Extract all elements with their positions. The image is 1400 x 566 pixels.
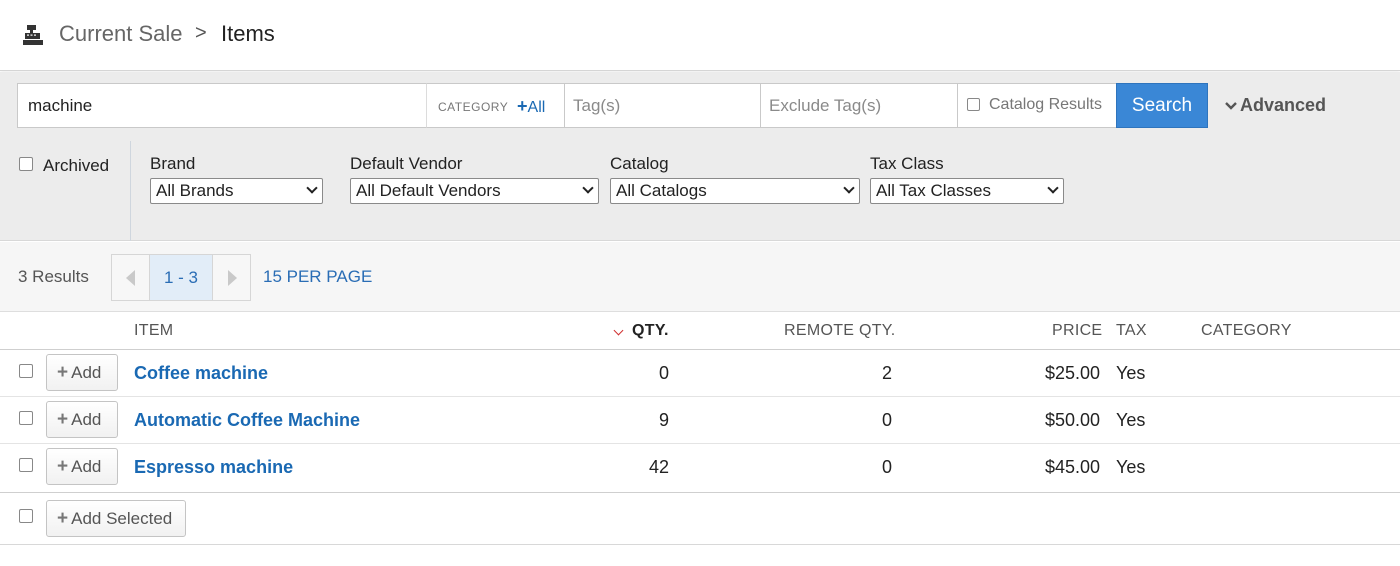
column-qty[interactable]: QTY. [632, 322, 669, 340]
table-row: + Add Espresso machine 42 0 $45.00 Yes [0, 444, 1400, 491]
item-tax: Yes [1116, 410, 1146, 430]
filter-divider [130, 141, 131, 241]
archived-checkbox[interactable] [19, 157, 33, 171]
item-link[interactable]: Automatic Coffee Machine [134, 410, 360, 431]
row-checkbox[interactable] [19, 458, 33, 472]
previous-page-button[interactable] [112, 255, 150, 300]
add-item-button[interactable]: + Add [46, 448, 118, 485]
plus-icon: + [57, 362, 69, 383]
item-tax: Yes [1116, 363, 1146, 383]
item-link[interactable]: Espresso machine [134, 457, 293, 478]
add-selected-button[interactable]: + Add Selected [46, 500, 186, 537]
breadcrumb-separator-icon: > [195, 22, 207, 44]
add-label: Add [71, 363, 102, 382]
row-checkbox[interactable] [19, 364, 33, 378]
chevron-down-icon [582, 182, 594, 194]
chevron-down-icon [843, 182, 855, 194]
add-label: Add [71, 457, 102, 476]
page-header: Current Sale > Items [0, 0, 1400, 71]
select-all-checkbox[interactable] [19, 509, 33, 523]
triangle-right-icon [228, 270, 237, 286]
item-price: $50.00 [1044, 410, 1100, 430]
item-remote-qty: 0 [881, 457, 892, 477]
item-remote-qty: 2 [881, 363, 892, 383]
exclude-tags-input[interactable] [760, 83, 958, 128]
catalog-results-checkbox[interactable] [967, 98, 980, 111]
catalog-label: Catalog [610, 154, 669, 173]
default-vendor-label: Default Vendor [350, 154, 463, 173]
add-item-button[interactable]: + Add [46, 401, 118, 438]
plus-icon: + [57, 409, 69, 430]
item-remote-qty: 0 [881, 410, 892, 430]
sort-descending-icon [613, 325, 624, 336]
results-count: 3 Results [18, 267, 89, 286]
chevron-down-icon [1047, 182, 1059, 194]
category-value: All [527, 99, 546, 116]
default-vendor-select-value: All Default Vendors [356, 181, 501, 200]
table-header: ITEM QTY. REMOTE QTY. PRICE TAX CATEGORY [0, 313, 1400, 350]
plus-icon: + [517, 96, 528, 116]
category-filter[interactable]: CATEGORY +All [426, 83, 565, 128]
search-button[interactable]: Search [1116, 83, 1208, 128]
column-item[interactable]: ITEM [134, 322, 173, 340]
row-checkbox[interactable] [19, 411, 33, 425]
tax-class-label: Tax Class [870, 154, 944, 173]
search-bar: CATEGORY +All Catalog Results Search Adv… [0, 72, 1400, 141]
item-price: $25.00 [1044, 363, 1100, 383]
catalog-results-label: Catalog Results [989, 96, 1102, 113]
column-category[interactable]: CATEGORY [1201, 322, 1292, 340]
item-link[interactable]: Coffee machine [134, 363, 268, 384]
add-selected-label: Add Selected [71, 509, 173, 528]
search-input[interactable] [17, 83, 427, 128]
triangle-left-icon [126, 270, 135, 286]
item-qty: 9 [658, 410, 669, 430]
advanced-filters: Archived Brand All Brands Default Vendor… [0, 141, 1400, 241]
category-label: CATEGORY [438, 100, 509, 114]
results-bar: 3 Results 1 - 3 15 PER PAGE [0, 242, 1400, 312]
tax-class-select-value: All Tax Classes [876, 181, 991, 200]
brand-label: Brand [150, 154, 196, 173]
category-all-link[interactable]: +All [517, 96, 545, 117]
advanced-toggle[interactable]: Advanced [1224, 95, 1326, 116]
cash-register-icon [23, 25, 43, 45]
breadcrumb-current-sale[interactable]: Current Sale [59, 21, 183, 47]
brand-select-value: All Brands [156, 181, 234, 200]
item-price: $45.00 [1044, 457, 1100, 477]
default-vendor-select[interactable]: All Default Vendors [350, 178, 599, 204]
item-qty: 0 [658, 363, 669, 383]
table-row: + Add Automatic Coffee Machine 9 0 $50.00… [0, 397, 1400, 444]
brand-select[interactable]: All Brands [150, 178, 323, 204]
pagination: 1 - 3 [111, 254, 251, 301]
per-page-selector[interactable]: 15 PER PAGE [263, 267, 372, 287]
catalog-select[interactable]: All Catalogs [610, 178, 860, 204]
plus-icon: + [57, 508, 69, 529]
chevron-down-icon [1225, 102, 1237, 110]
item-tax: Yes [1116, 457, 1146, 477]
column-remote-qty[interactable]: REMOTE QTY. [784, 322, 895, 340]
catalog-results-toggle[interactable]: Catalog Results [957, 83, 1117, 128]
table-row: + Add Coffee machine 0 2 $25.00 Yes [0, 350, 1400, 397]
page-title: Items [221, 21, 275, 46]
add-item-button[interactable]: + Add [46, 354, 118, 391]
add-label: Add [71, 410, 102, 429]
column-tax[interactable]: TAX [1116, 322, 1147, 340]
column-price[interactable]: PRICE [1052, 322, 1102, 340]
next-page-button[interactable] [212, 255, 250, 300]
page-range: 1 - 3 [150, 255, 212, 300]
item-qty: 42 [648, 457, 669, 477]
plus-icon: + [57, 456, 69, 477]
advanced-label: Advanced [1240, 95, 1327, 115]
tax-class-select[interactable]: All Tax Classes [870, 178, 1064, 204]
tags-input[interactable] [564, 83, 761, 128]
archived-label: Archived [43, 156, 110, 175]
catalog-select-value: All Catalogs [616, 181, 707, 200]
table-footer: + Add Selected [0, 492, 1400, 545]
chevron-down-icon [306, 182, 318, 194]
